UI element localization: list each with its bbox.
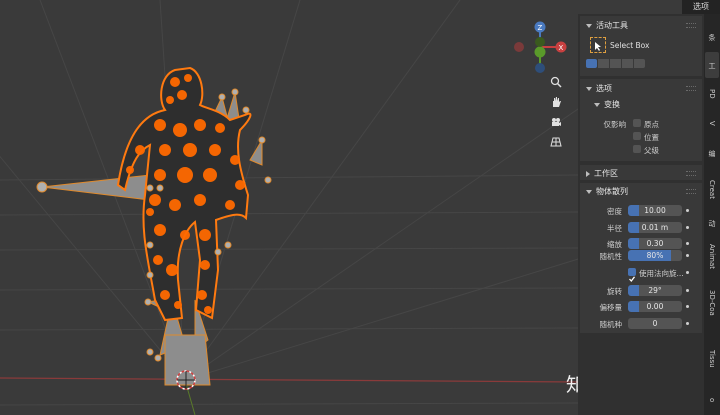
perspective-grid-icon[interactable] [550,136,570,154]
workspace-title: 工作区 [594,169,618,178]
keyframe-dot-icon[interactable] [686,271,689,274]
scale-field[interactable]: 0.30 [628,238,682,249]
keyframe-dot-icon[interactable] [686,305,689,308]
radius-label: 半径 [607,224,622,233]
mode-intersect-icon[interactable] [634,59,645,68]
active-tool-title: 活动工具 [596,21,628,30]
scatter-title: 物体散列 [596,187,628,196]
rotation-label: 旋转 [607,287,622,296]
keyframe-dot-icon[interactable] [686,254,689,257]
random-seed-label: 随机种 [599,320,623,329]
scene-render: Z X [0,0,578,415]
use-normal-rotation-label: 使用法向旋... [639,269,684,278]
tab-tissue[interactable]: Tissu [705,330,719,388]
tab-create[interactable]: Creat [705,170,719,208]
tab-pd[interactable]: PD [705,80,719,108]
collapse-arrow-icon [586,86,592,91]
tab-anim[interactable]: 动 [705,210,719,236]
tab-item[interactable]: 条 [705,24,719,50]
zoom-icon[interactable] [550,76,570,94]
drag-handle-icon[interactable] [686,189,696,194]
collapse-arrow-icon [586,189,592,194]
svg-text:Z: Z [538,24,543,32]
affect-only-label: 仅影响 [603,120,627,129]
select-box-icon[interactable] [590,37,606,53]
keyframe-dot-icon[interactable] [686,322,689,325]
pan-hand-icon[interactable] [550,96,570,114]
options-menu-button[interactable]: 选项 [682,0,720,14]
origins-label: 原点 [644,120,659,129]
mode-new-icon[interactable] [586,59,597,68]
mode-extend-icon[interactable] [598,59,609,68]
offset-field[interactable]: 0.00 [628,301,682,312]
scale-label: 缩放 [607,240,622,249]
offset-label: 偏移量 [599,303,623,312]
locations-checkbox[interactable] [633,132,641,140]
drag-handle-icon[interactable] [686,171,696,176]
header-bar [578,0,682,14]
drag-handle-icon[interactable] [686,23,696,28]
keyframe-dot-icon[interactable] [686,226,689,229]
drag-handle-icon[interactable] [686,86,696,91]
scatter-header[interactable]: 物体散列 [586,186,628,197]
tab-edit[interactable]: 编 [705,138,719,168]
keyframe-dot-icon[interactable] [686,242,689,245]
density-label: 密度 [607,207,622,216]
transform-header[interactable]: 变换 [594,99,620,110]
3d-cursor-icon [176,370,196,390]
options-header[interactable]: 选项 [586,83,612,94]
mode-invert-icon[interactable] [622,59,633,68]
density-field[interactable]: 10.00 [628,205,682,216]
active-tool-header[interactable]: 活动工具 [586,20,628,31]
collapse-arrow-icon [594,102,600,107]
random-seed-field[interactable]: 0 [628,318,682,329]
expand-arrow-icon [586,170,590,177]
locations-label: 位置 [644,133,659,142]
watermark: 知乎 @杨硕豪 [566,374,578,396]
camera-icon[interactable] [550,116,570,134]
keyframe-dot-icon[interactable] [686,289,689,292]
keyframe-dot-icon[interactable] [686,209,689,212]
workspace-header[interactable]: 工作区 [586,168,618,179]
randomness-field[interactable]: 80% [628,250,682,261]
tab-3d-coat[interactable]: 3D-Coa [705,278,719,328]
svg-text:X: X [559,44,564,52]
options-title: 选项 [596,84,612,93]
workspace-section[interactable]: 工作区 [580,165,702,180]
radius-field[interactable]: 0.01 m [628,222,682,233]
mode-subtract-icon[interactable] [610,59,621,68]
tab-more[interactable]: o [705,390,719,410]
selection-mode-group [586,59,645,68]
tool-name: Select Box [610,41,650,50]
navigation-gizmo: Z X [514,21,567,73]
randomness-label: 随机性 [599,252,623,261]
tab-view[interactable]: V [705,110,719,136]
transform-title: 变换 [604,100,620,109]
tab-tool[interactable]: 工 [705,52,719,78]
tab-animation[interactable]: Animat [705,238,719,276]
rotation-field[interactable]: 29° [628,285,682,296]
parents-label: 父级 [644,146,659,155]
origins-checkbox[interactable] [633,119,641,127]
3d-viewport[interactable]: Z X 知乎 @杨硕豪 [0,0,578,415]
parents-checkbox[interactable] [633,145,641,153]
sidebar-tab-strip: 条 工 PD V 编 Creat 动 Animat 3D-Coa Tissu o [704,14,720,415]
active-tool-section: 活动工具 Select Box [580,16,702,76]
use-normal-rotation-checkbox[interactable] [628,268,636,283]
collapse-arrow-icon [586,23,592,28]
